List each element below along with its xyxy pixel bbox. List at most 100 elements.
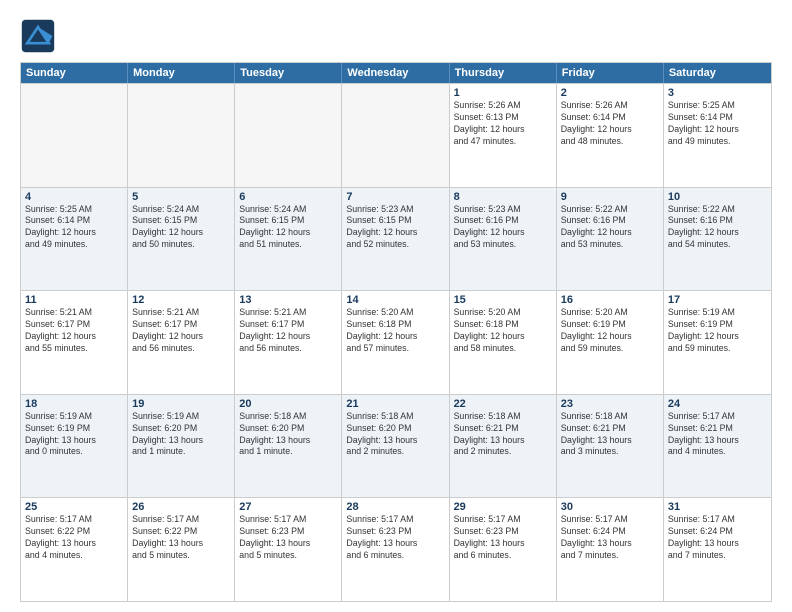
weekday-header-saturday: Saturday (664, 63, 771, 83)
day-cell-7: 7Sunrise: 5:23 AM Sunset: 6:15 PM Daylig… (342, 188, 449, 291)
calendar: SundayMondayTuesdayWednesdayThursdayFrid… (20, 62, 772, 602)
day-info: Sunrise: 5:20 AM Sunset: 6:19 PM Dayligh… (561, 307, 659, 355)
empty-cell (21, 84, 128, 187)
day-info: Sunrise: 5:17 AM Sunset: 6:21 PM Dayligh… (668, 411, 767, 459)
calendar-body: 1Sunrise: 5:26 AM Sunset: 6:13 PM Daylig… (21, 83, 771, 601)
day-number: 19 (132, 398, 230, 410)
day-cell-10: 10Sunrise: 5:22 AM Sunset: 6:16 PM Dayli… (664, 188, 771, 291)
day-info: Sunrise: 5:20 AM Sunset: 6:18 PM Dayligh… (454, 307, 552, 355)
day-info: Sunrise: 5:17 AM Sunset: 6:22 PM Dayligh… (132, 514, 230, 562)
day-info: Sunrise: 5:23 AM Sunset: 6:15 PM Dayligh… (346, 204, 444, 252)
day-info: Sunrise: 5:26 AM Sunset: 6:13 PM Dayligh… (454, 100, 552, 148)
day-cell-9: 9Sunrise: 5:22 AM Sunset: 6:16 PM Daylig… (557, 188, 664, 291)
day-cell-24: 24Sunrise: 5:17 AM Sunset: 6:21 PM Dayli… (664, 395, 771, 498)
day-info: Sunrise: 5:17 AM Sunset: 6:23 PM Dayligh… (346, 514, 444, 562)
calendar-row-4: 25Sunrise: 5:17 AM Sunset: 6:22 PM Dayli… (21, 497, 771, 601)
day-info: Sunrise: 5:24 AM Sunset: 6:15 PM Dayligh… (239, 204, 337, 252)
day-cell-11: 11Sunrise: 5:21 AM Sunset: 6:17 PM Dayli… (21, 291, 128, 394)
day-cell-5: 5Sunrise: 5:24 AM Sunset: 6:15 PM Daylig… (128, 188, 235, 291)
day-cell-14: 14Sunrise: 5:20 AM Sunset: 6:18 PM Dayli… (342, 291, 449, 394)
day-info: Sunrise: 5:22 AM Sunset: 6:16 PM Dayligh… (668, 204, 767, 252)
day-number: 28 (346, 501, 444, 513)
day-cell-8: 8Sunrise: 5:23 AM Sunset: 6:16 PM Daylig… (450, 188, 557, 291)
day-cell-27: 27Sunrise: 5:17 AM Sunset: 6:23 PM Dayli… (235, 498, 342, 601)
header (20, 18, 772, 54)
calendar-row-3: 18Sunrise: 5:19 AM Sunset: 6:19 PM Dayli… (21, 394, 771, 498)
day-cell-22: 22Sunrise: 5:18 AM Sunset: 6:21 PM Dayli… (450, 395, 557, 498)
day-info: Sunrise: 5:21 AM Sunset: 6:17 PM Dayligh… (239, 307, 337, 355)
day-number: 27 (239, 501, 337, 513)
weekday-header-friday: Friday (557, 63, 664, 83)
day-cell-6: 6Sunrise: 5:24 AM Sunset: 6:15 PM Daylig… (235, 188, 342, 291)
day-info: Sunrise: 5:20 AM Sunset: 6:18 PM Dayligh… (346, 307, 444, 355)
day-info: Sunrise: 5:17 AM Sunset: 6:24 PM Dayligh… (561, 514, 659, 562)
day-number: 21 (346, 398, 444, 410)
day-info: Sunrise: 5:18 AM Sunset: 6:20 PM Dayligh… (239, 411, 337, 459)
day-number: 2 (561, 87, 659, 99)
day-number: 18 (25, 398, 123, 410)
empty-cell (342, 84, 449, 187)
weekday-header-wednesday: Wednesday (342, 63, 449, 83)
day-info: Sunrise: 5:19 AM Sunset: 6:20 PM Dayligh… (132, 411, 230, 459)
day-cell-25: 25Sunrise: 5:17 AM Sunset: 6:22 PM Dayli… (21, 498, 128, 601)
day-cell-30: 30Sunrise: 5:17 AM Sunset: 6:24 PM Dayli… (557, 498, 664, 601)
calendar-row-1: 4Sunrise: 5:25 AM Sunset: 6:14 PM Daylig… (21, 187, 771, 291)
logo-icon (20, 18, 56, 54)
day-cell-28: 28Sunrise: 5:17 AM Sunset: 6:23 PM Dayli… (342, 498, 449, 601)
day-number: 13 (239, 294, 337, 306)
day-info: Sunrise: 5:17 AM Sunset: 6:24 PM Dayligh… (668, 514, 767, 562)
empty-cell (128, 84, 235, 187)
logo (20, 18, 62, 54)
day-info: Sunrise: 5:17 AM Sunset: 6:23 PM Dayligh… (454, 514, 552, 562)
day-info: Sunrise: 5:22 AM Sunset: 6:16 PM Dayligh… (561, 204, 659, 252)
day-info: Sunrise: 5:18 AM Sunset: 6:21 PM Dayligh… (454, 411, 552, 459)
day-info: Sunrise: 5:21 AM Sunset: 6:17 PM Dayligh… (132, 307, 230, 355)
day-number: 7 (346, 191, 444, 203)
day-info: Sunrise: 5:26 AM Sunset: 6:14 PM Dayligh… (561, 100, 659, 148)
day-cell-17: 17Sunrise: 5:19 AM Sunset: 6:19 PM Dayli… (664, 291, 771, 394)
day-cell-4: 4Sunrise: 5:25 AM Sunset: 6:14 PM Daylig… (21, 188, 128, 291)
day-info: Sunrise: 5:17 AM Sunset: 6:23 PM Dayligh… (239, 514, 337, 562)
day-cell-12: 12Sunrise: 5:21 AM Sunset: 6:17 PM Dayli… (128, 291, 235, 394)
day-cell-18: 18Sunrise: 5:19 AM Sunset: 6:19 PM Dayli… (21, 395, 128, 498)
day-number: 10 (668, 191, 767, 203)
day-cell-23: 23Sunrise: 5:18 AM Sunset: 6:21 PM Dayli… (557, 395, 664, 498)
day-number: 26 (132, 501, 230, 513)
day-info: Sunrise: 5:17 AM Sunset: 6:22 PM Dayligh… (25, 514, 123, 562)
day-info: Sunrise: 5:19 AM Sunset: 6:19 PM Dayligh… (668, 307, 767, 355)
weekday-header-sunday: Sunday (21, 63, 128, 83)
day-number: 14 (346, 294, 444, 306)
day-number: 31 (668, 501, 767, 513)
day-number: 11 (25, 294, 123, 306)
calendar-row-0: 1Sunrise: 5:26 AM Sunset: 6:13 PM Daylig… (21, 83, 771, 187)
day-cell-13: 13Sunrise: 5:21 AM Sunset: 6:17 PM Dayli… (235, 291, 342, 394)
day-number: 17 (668, 294, 767, 306)
day-cell-21: 21Sunrise: 5:18 AM Sunset: 6:20 PM Dayli… (342, 395, 449, 498)
day-number: 29 (454, 501, 552, 513)
day-info: Sunrise: 5:23 AM Sunset: 6:16 PM Dayligh… (454, 204, 552, 252)
calendar-row-2: 11Sunrise: 5:21 AM Sunset: 6:17 PM Dayli… (21, 290, 771, 394)
day-number: 16 (561, 294, 659, 306)
weekday-header-thursday: Thursday (450, 63, 557, 83)
day-number: 15 (454, 294, 552, 306)
day-info: Sunrise: 5:21 AM Sunset: 6:17 PM Dayligh… (25, 307, 123, 355)
day-number: 25 (25, 501, 123, 513)
day-info: Sunrise: 5:24 AM Sunset: 6:15 PM Dayligh… (132, 204, 230, 252)
day-number: 12 (132, 294, 230, 306)
day-info: Sunrise: 5:19 AM Sunset: 6:19 PM Dayligh… (25, 411, 123, 459)
page: SundayMondayTuesdayWednesdayThursdayFrid… (0, 0, 792, 612)
day-info: Sunrise: 5:25 AM Sunset: 6:14 PM Dayligh… (25, 204, 123, 252)
day-info: Sunrise: 5:25 AM Sunset: 6:14 PM Dayligh… (668, 100, 767, 148)
day-number: 5 (132, 191, 230, 203)
day-number: 6 (239, 191, 337, 203)
day-cell-2: 2Sunrise: 5:26 AM Sunset: 6:14 PM Daylig… (557, 84, 664, 187)
day-number: 30 (561, 501, 659, 513)
day-info: Sunrise: 5:18 AM Sunset: 6:21 PM Dayligh… (561, 411, 659, 459)
day-number: 23 (561, 398, 659, 410)
day-cell-29: 29Sunrise: 5:17 AM Sunset: 6:23 PM Dayli… (450, 498, 557, 601)
day-number: 1 (454, 87, 552, 99)
day-number: 24 (668, 398, 767, 410)
day-cell-16: 16Sunrise: 5:20 AM Sunset: 6:19 PM Dayli… (557, 291, 664, 394)
day-cell-20: 20Sunrise: 5:18 AM Sunset: 6:20 PM Dayli… (235, 395, 342, 498)
day-number: 3 (668, 87, 767, 99)
